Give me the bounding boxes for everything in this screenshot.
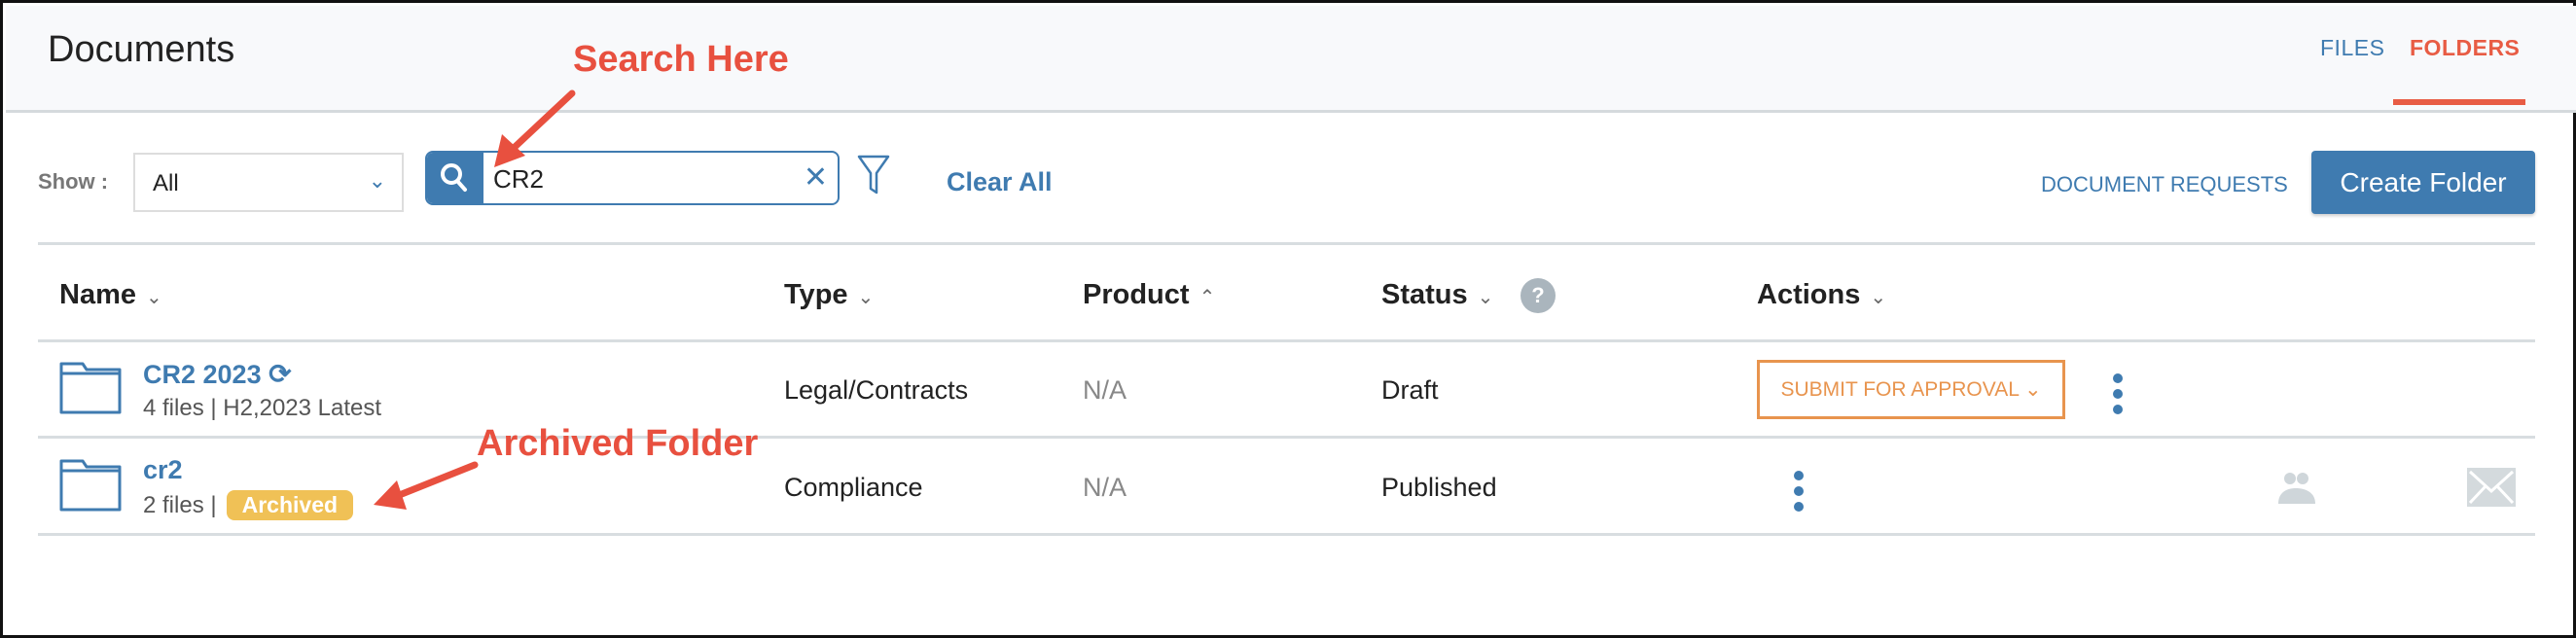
annotation-arrows [374,89,576,510]
